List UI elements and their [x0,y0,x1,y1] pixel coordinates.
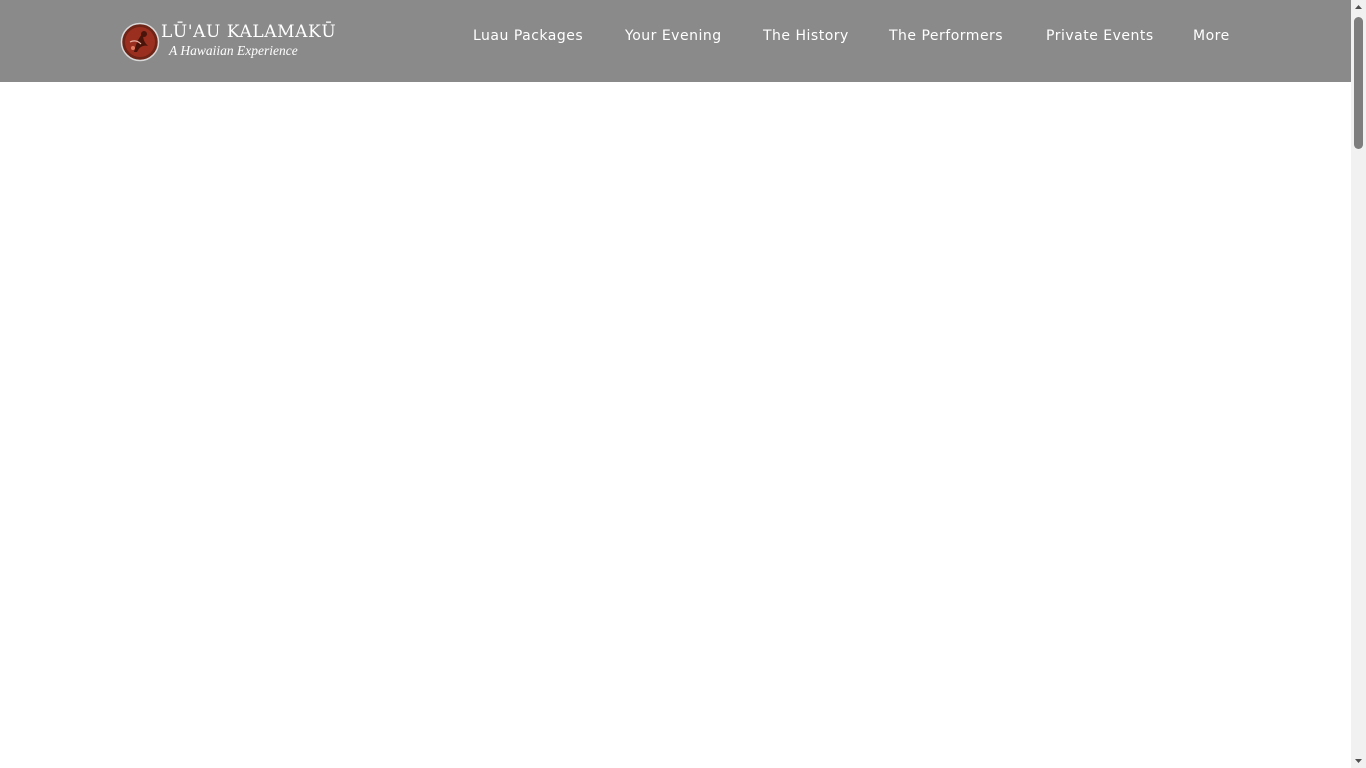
nav-item-your-evening[interactable]: Your Evening [625,24,722,48]
scroll-up-arrow-icon[interactable] [1351,0,1366,15]
nav-item-more[interactable]: More [1193,24,1230,48]
scroll-down-arrow-icon[interactable] [1351,753,1366,768]
nav-item-the-performers[interactable]: The Performers [889,24,1003,48]
nav-item-luau-packages[interactable]: Luau Packages [473,24,583,48]
site-header: LŪ'AU KALAMAKŪ A Hawaiian Experience Lua… [0,0,1351,82]
scrollbar-thumb[interactable] [1354,17,1363,149]
main-nav: Luau Packages Your Evening The History T… [0,24,1351,48]
vertical-scrollbar[interactable] [1351,0,1366,768]
browser-viewport: LŪ'AU KALAMAKŪ A Hawaiian Experience Lua… [0,0,1366,768]
nav-item-private-events[interactable]: Private Events [1046,24,1154,48]
page-content [0,82,1351,768]
nav-item-the-history[interactable]: The History [763,24,849,48]
